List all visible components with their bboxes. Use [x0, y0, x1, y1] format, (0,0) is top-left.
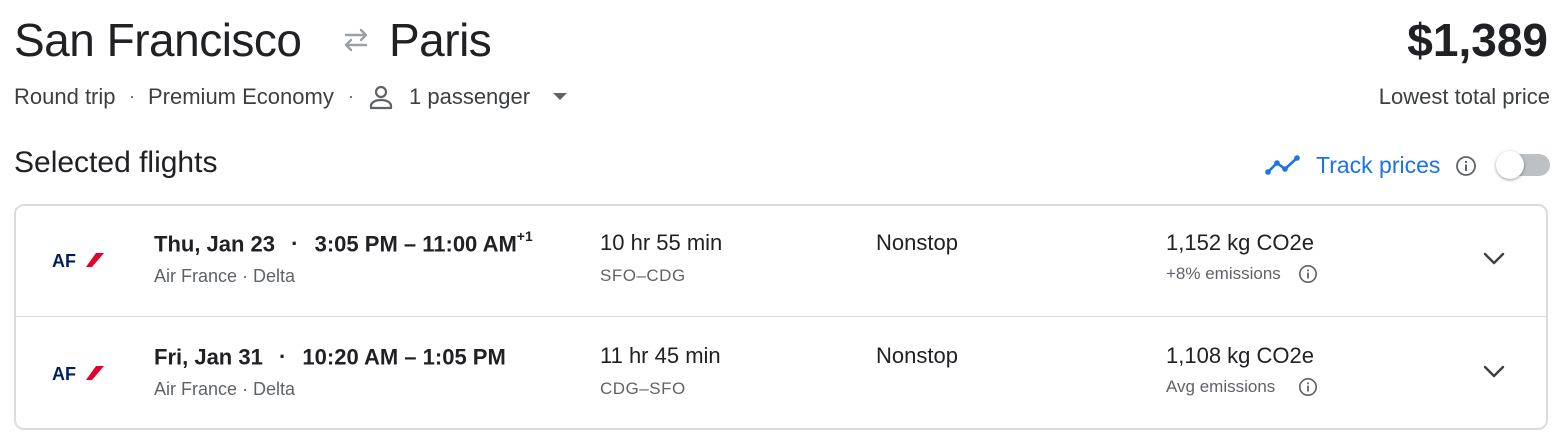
air-france-logo: AF [52, 364, 104, 383]
day-offset: +1 [516, 228, 533, 244]
price-label: Lowest total price [1378, 84, 1550, 109]
flight-route: CDG–SFO [600, 379, 686, 398]
info-icon[interactable] [1298, 264, 1318, 284]
co2-emissions: 1,152 kg CO2e [1166, 230, 1314, 255]
chevron-down-icon[interactable] [1482, 252, 1506, 266]
separator-dot: · [129, 86, 135, 106]
destination-city: Paris [389, 14, 492, 66]
flight-row-return[interactable] [16, 318, 1548, 428]
swap-arrows-icon [344, 28, 368, 52]
separator-dot: · [291, 231, 299, 257]
svg-text:AF: AF [52, 251, 76, 270]
co2-emissions: 1,108 kg CO2e [1166, 343, 1314, 368]
track-prices-toggle[interactable] [1494, 150, 1550, 180]
flight-datetime: Fri, Jan 31 · 10:20 AM – 1:05 PM [154, 343, 506, 370]
origin-city: San Francisco [14, 14, 302, 66]
flight-duration: 10 hr 55 min [600, 230, 723, 255]
info-icon[interactable] [1455, 155, 1477, 177]
air-france-logo: AF [52, 251, 104, 270]
total-price: $1,389 [1407, 14, 1548, 66]
carrier-names: Air France · Delta [154, 266, 296, 286]
flight-date: Fri, Jan 31 [154, 344, 263, 370]
flight-times: 3:05 PM – 11:00 AM [314, 231, 517, 257]
flight-stops: Nonstop [876, 230, 958, 255]
chevron-down-icon[interactable] [1482, 365, 1506, 379]
emissions-note: Avg emissions [1166, 377, 1276, 396]
flight-duration: 11 hr 45 min [600, 343, 721, 368]
flight-date: Thu, Jan 23 [154, 231, 276, 257]
flight-datetime: Thu, Jan 23 · 3:05 PM – 11:00 AM+1 [154, 228, 533, 257]
carrier-names: Air France · Delta [154, 379, 296, 399]
track-prices-link[interactable]: Track prices [1316, 152, 1440, 179]
flight-row-outbound[interactable] [16, 206, 1548, 316]
flight-stops: Nonstop [876, 343, 958, 368]
flight-route: SFO–CDG [600, 266, 686, 285]
trend-line-icon[interactable] [1264, 152, 1302, 178]
passenger-selector[interactable]: 1 passenger [409, 84, 530, 110]
separator-dot: · [278, 344, 287, 370]
flight-times: 10:20 AM – 1:05 PM [302, 344, 506, 370]
info-icon[interactable] [1298, 377, 1318, 397]
svg-text:AF: AF [52, 364, 76, 383]
emissions-note: +8% emissions [1166, 264, 1281, 283]
separator-dot: · [348, 86, 354, 106]
row-divider [16, 316, 1548, 317]
person-icon [369, 85, 393, 110]
cabin-class-selector[interactable]: Premium Economy [148, 84, 334, 110]
caret-down-icon[interactable] [551, 92, 569, 102]
section-title: Selected flights [14, 146, 218, 179]
trip-type-selector[interactable]: Round trip [14, 84, 116, 110]
toggle-knob [1496, 151, 1524, 179]
